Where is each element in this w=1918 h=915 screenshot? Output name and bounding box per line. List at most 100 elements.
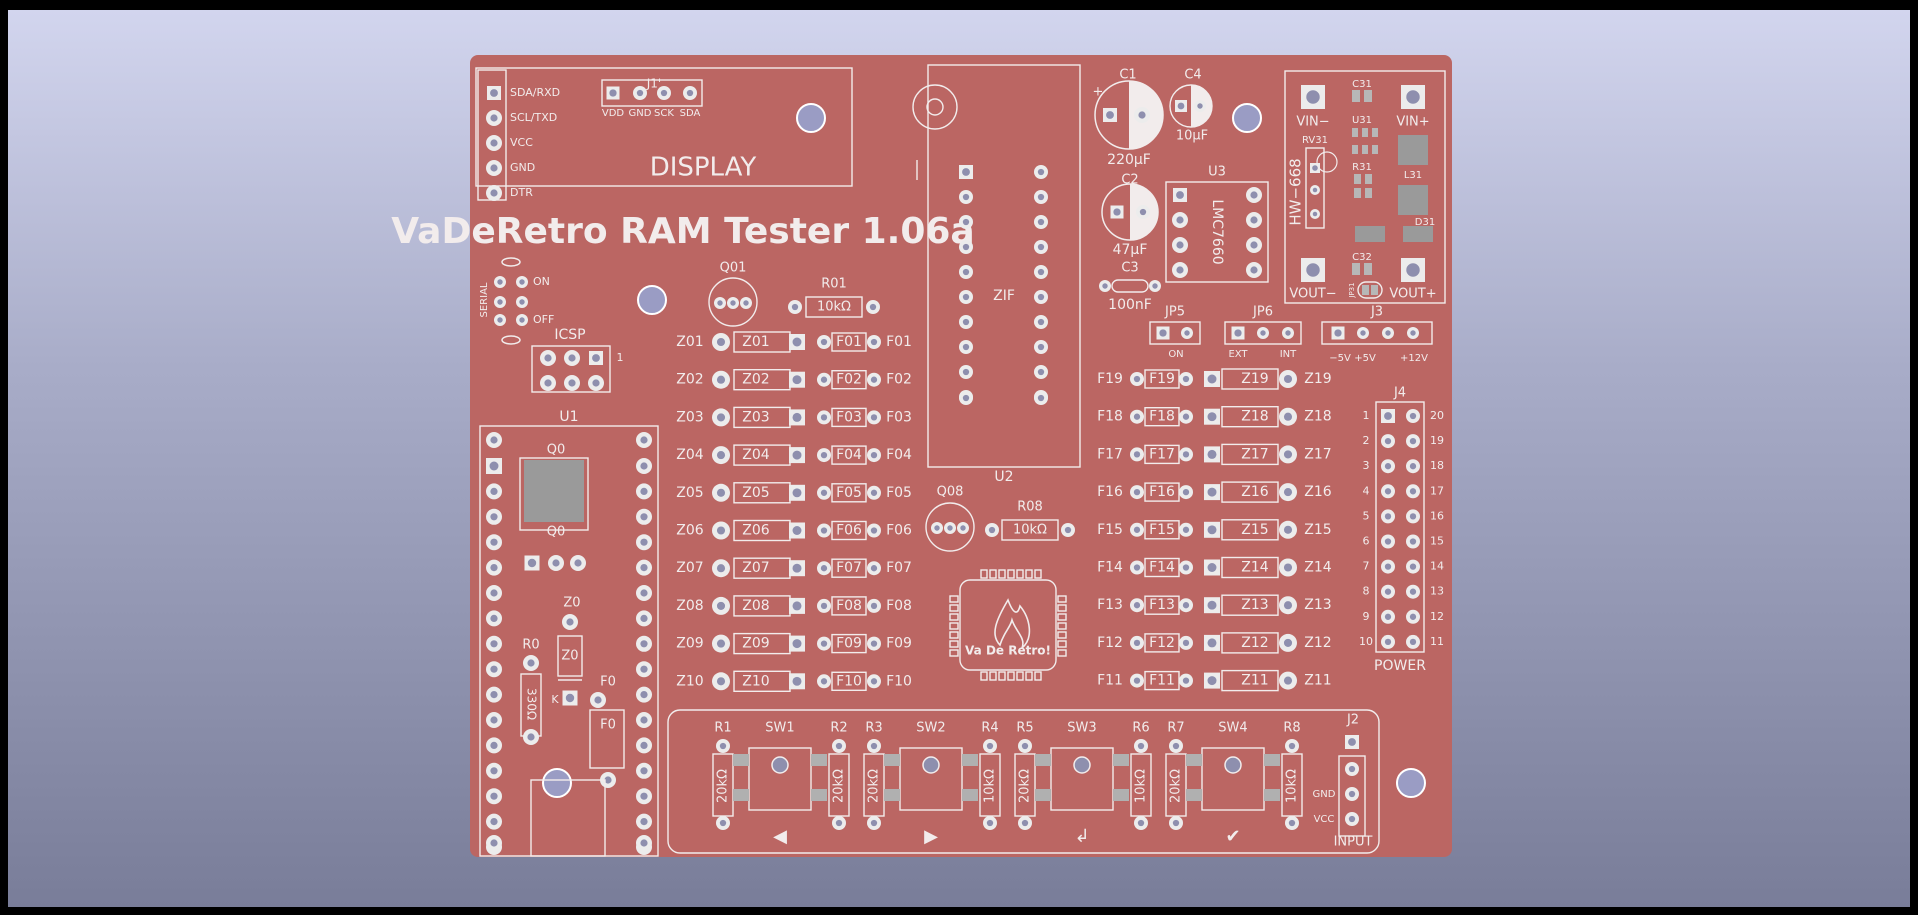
u3-pad-drill <box>1176 266 1184 274</box>
u3-pad-drill <box>1250 266 1258 274</box>
j4-right-pin-label: 11 <box>1430 635 1444 648</box>
u1-corner-pad-drill <box>490 839 498 847</box>
j2-pad-drill <box>1348 790 1356 798</box>
button-switch-leg <box>884 754 900 766</box>
left-f-pad-drill <box>820 414 828 421</box>
serial-on-label: ON <box>533 275 550 288</box>
button-r-value: 20kΩ <box>716 769 731 803</box>
u31-pin <box>1372 145 1378 154</box>
left-z-label: Z08 <box>676 598 703 614</box>
c3-value-label: 100nF <box>1108 297 1152 313</box>
jp6-int-label: INT <box>1280 349 1297 360</box>
button-r-right-ref: R8 <box>1283 721 1300 736</box>
j3-pad-drill <box>1410 330 1416 336</box>
left-f-pad-drill <box>820 602 828 610</box>
j4-pad-drill <box>1384 538 1392 545</box>
jp6-pad-drill <box>1285 330 1291 336</box>
button-r-pad-drill <box>870 742 878 750</box>
u1-left-pad-drill <box>489 461 499 471</box>
right-f-body-label: F18 <box>1149 409 1175 425</box>
left-z-body-label: Z03 <box>742 409 769 425</box>
j4-left-pin-label: 5 <box>1363 509 1370 522</box>
j4-right-pin-label: 18 <box>1430 459 1444 472</box>
right-f-label: F11 <box>1097 673 1123 689</box>
j4-right-pin-label: 16 <box>1430 509 1444 522</box>
right-f-body-label: F19 <box>1149 371 1175 387</box>
j4-pad-drill <box>1409 437 1417 445</box>
icsp-ref-label: ICSP <box>554 327 585 343</box>
serial-pad-drill <box>497 317 503 323</box>
u1-right-pad-drill <box>640 462 648 470</box>
r08-pad-drill <box>1064 526 1072 534</box>
u1-right-pad-drill <box>640 691 648 699</box>
left-f-pad-drill <box>870 678 878 685</box>
icsp-pad-drill <box>592 379 600 387</box>
right-f-label: F16 <box>1097 484 1123 500</box>
c2-value-label: 47µF <box>1113 242 1148 258</box>
right-z-pad-drill <box>1283 488 1293 497</box>
c4-pad-drill <box>1177 102 1185 110</box>
left-f-label: F05 <box>886 485 912 501</box>
rv31-pad-drill <box>1312 187 1318 193</box>
left-f-pad-drill <box>870 489 878 496</box>
j1-pin-label: SDA/RXD <box>510 86 560 99</box>
r0-value-label: 330Ω <box>525 688 539 720</box>
c31-label: C31 <box>1352 79 1372 90</box>
left-f-pad-drill <box>820 527 828 534</box>
mounting-hole <box>1232 103 1262 133</box>
right-f-body-label: F14 <box>1149 560 1175 576</box>
right-f-pad-drill <box>1133 602 1141 609</box>
j4-pad-drill <box>1409 463 1417 470</box>
button-r-value: 20kΩ <box>1169 769 1184 803</box>
u3-pad-drill <box>1250 241 1258 249</box>
j3-pad-drill <box>1334 329 1342 337</box>
u1-left-pad-drill <box>490 640 498 648</box>
button-switch-actuator <box>922 756 940 774</box>
j2-pad-drill <box>1348 815 1356 823</box>
left-z-pad-drill <box>716 677 726 686</box>
left-f-label: F04 <box>886 447 912 463</box>
icsp-pad-drill <box>568 354 576 362</box>
q01-ref-label: Q01 <box>720 261 747 276</box>
left-z-body-label: Z07 <box>742 560 769 576</box>
c3-ref-label: C3 <box>1121 261 1138 276</box>
button-symbol-icon: ✔ <box>1225 826 1240 847</box>
q0-tab <box>524 460 584 522</box>
left-f-pad-drill <box>820 451 828 459</box>
j4-left-pin-label: 2 <box>1363 434 1370 447</box>
j4-pad-drill <box>1384 638 1392 646</box>
button-r-pad-drill <box>835 819 843 827</box>
right-z-pad-drill <box>1283 676 1293 685</box>
u1-right-pad-drill <box>640 589 648 597</box>
button-r-pad-drill <box>835 742 843 750</box>
left-f-body-label: F02 <box>836 372 862 388</box>
left-f-pad-drill <box>870 376 878 383</box>
left-z-pad-drill <box>716 601 726 610</box>
button-r-value: 10kΩ <box>1285 769 1300 803</box>
left-z-body-label: Z04 <box>742 447 769 463</box>
r01-ref-label: R01 <box>821 277 847 292</box>
u1-left-pad-drill <box>490 818 498 826</box>
zif-right-pad-drill <box>1037 318 1045 326</box>
header-pad-drill <box>686 89 694 97</box>
serial-pad-drill <box>497 299 503 305</box>
u31-pin <box>1362 128 1368 137</box>
jp31-pad <box>1371 285 1378 295</box>
right-z-label: Z19 <box>1304 371 1331 387</box>
j3-pin-label: +5V <box>1354 353 1376 364</box>
right-f-pad-drill <box>1182 488 1190 496</box>
u31-pin <box>1352 128 1358 137</box>
header-pad-drill <box>636 89 644 97</box>
button-switch-leg <box>1264 789 1280 801</box>
j2-vcc-label: VCC <box>1314 814 1335 825</box>
right-f-body-label: F11 <box>1149 673 1175 689</box>
button-r-right-ref: R4 <box>981 721 998 736</box>
j4-pad-drill <box>1384 437 1392 445</box>
zif-right-pad-drill <box>1037 343 1045 351</box>
button-switch-leg <box>733 754 749 766</box>
zif-right-pad-drill <box>1037 368 1045 376</box>
right-f-body-label: F17 <box>1149 446 1175 462</box>
right-f-pad-drill <box>1133 564 1141 571</box>
u1-corner-pad-drill <box>640 436 648 444</box>
right-z-body-label: Z14 <box>1241 560 1268 576</box>
